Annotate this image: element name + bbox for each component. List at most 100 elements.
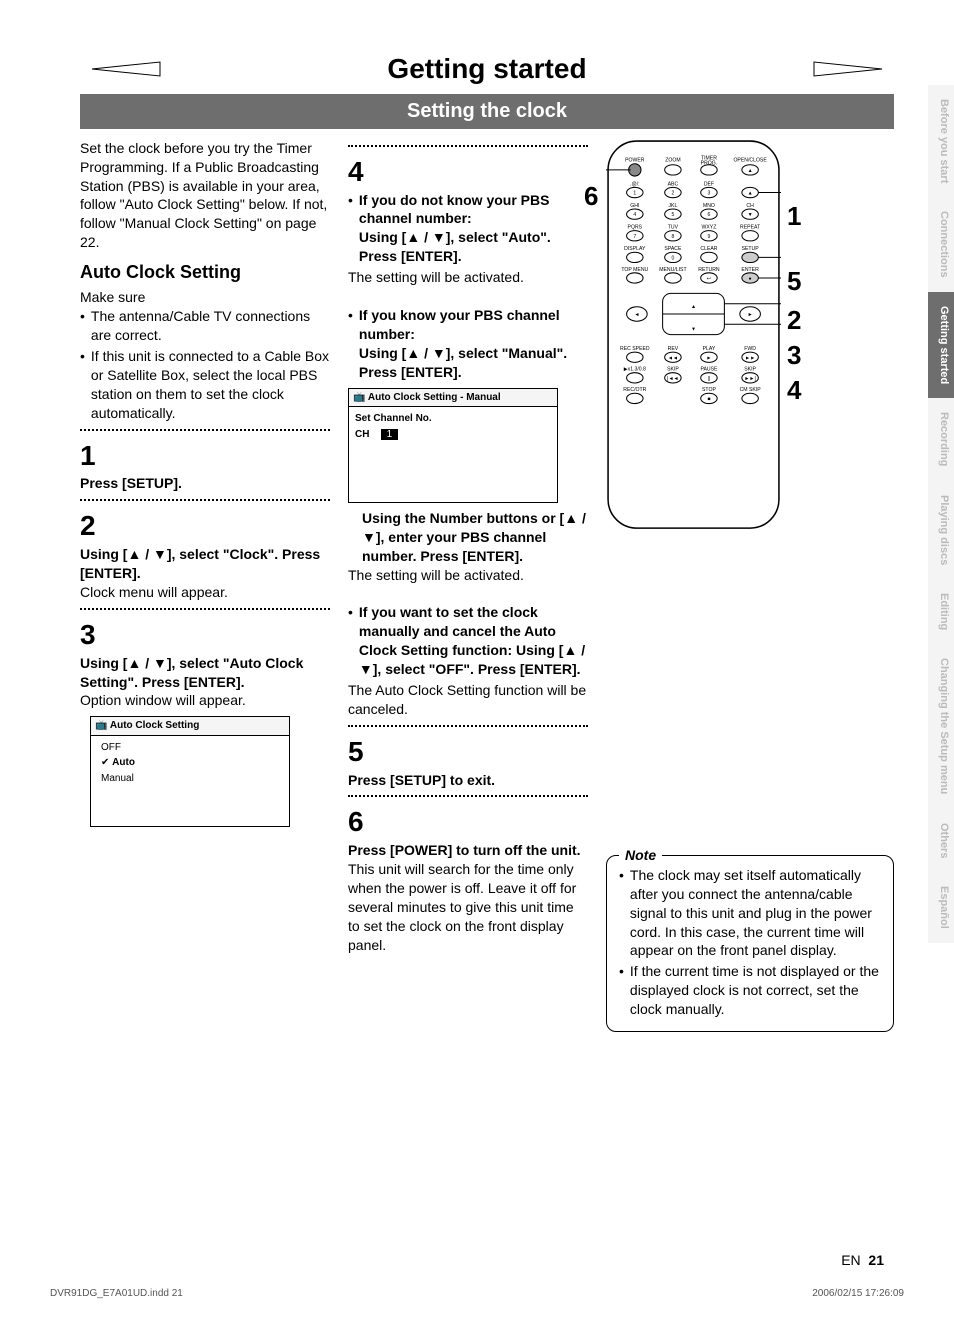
- tab-changing-setup-menu: Changing the Setup menu: [928, 644, 954, 808]
- svg-text:▲: ▲: [691, 304, 696, 310]
- callout-2: 2: [787, 303, 801, 338]
- svg-text:PLAY: PLAY: [703, 346, 716, 352]
- svg-text:|◄◄: |◄◄: [667, 376, 678, 382]
- svg-text:▼: ▼: [691, 326, 696, 332]
- osd-ch-label: CH: [355, 429, 369, 440]
- intro-text: Set the clock before you try the Timer P…: [80, 139, 330, 252]
- svg-text:9: 9: [708, 234, 711, 240]
- footer-timestamp: 2006/02/15 17:26:09: [812, 1287, 904, 1301]
- footer-lang: EN: [841, 1252, 860, 1268]
- svg-text:FWD: FWD: [744, 346, 756, 352]
- page-title: Getting started: [80, 50, 894, 88]
- step-number: 3: [80, 616, 330, 654]
- page-footer: EN 21: [841, 1251, 884, 1270]
- svg-text:DEF: DEF: [704, 181, 714, 187]
- header-ornament-right-icon: [804, 60, 884, 78]
- svg-text:CH: CH: [746, 203, 754, 209]
- svg-text:▶x1.3/0.8: ▶x1.3/0.8: [624, 366, 646, 372]
- step-number: 2: [80, 507, 330, 545]
- svg-text:▲: ▲: [748, 168, 753, 174]
- remote-control-icon: POWERZOOMTIMERPROG.OPEN/CLOSE ▲ .@/:ABCD…: [606, 139, 781, 530]
- svg-text:OPEN/CLOSE: OPEN/CLOSE: [733, 157, 767, 163]
- side-tabs: Before you start Connections Getting sta…: [928, 85, 954, 943]
- svg-text:REC/OTR: REC/OTR: [623, 387, 646, 393]
- svg-text:SETUP: SETUP: [742, 246, 760, 252]
- svg-text:►►: ►►: [745, 355, 755, 361]
- svg-text:►►|: ►►|: [744, 376, 755, 382]
- step-instruction: Using [▲ / ▼], select "Clock". Press [EN…: [80, 546, 320, 581]
- tab-editing: Editing: [928, 579, 954, 644]
- osd-manual-channel: 📺 Auto Clock Setting - Manual Set Channe…: [348, 388, 558, 504]
- svg-text:MENU/LIST: MENU/LIST: [659, 267, 687, 273]
- svg-text:►: ►: [706, 355, 711, 361]
- svg-text:STOP: STOP: [702, 387, 716, 393]
- step-instruction: Using [▲ / ▼], select "Auto Clock Settin…: [80, 655, 303, 690]
- svg-text:REPEAT: REPEAT: [740, 224, 761, 230]
- svg-text:REV: REV: [668, 346, 679, 352]
- step-text: Option window will appear.: [80, 691, 330, 710]
- tab-connections: Connections: [928, 197, 954, 292]
- list-item: The clock may set itself automatically a…: [619, 866, 883, 960]
- step-number: 4: [348, 153, 588, 191]
- osd-option: Manual: [101, 771, 283, 787]
- svg-text:◄: ◄: [634, 312, 639, 318]
- svg-text:POWER: POWER: [625, 157, 645, 163]
- svg-text:2: 2: [671, 190, 674, 196]
- svg-text:ENTER: ENTER: [741, 267, 759, 273]
- step-number: 1: [80, 437, 330, 475]
- callout-5: 5: [787, 264, 801, 299]
- list-item: If you know your PBS channel number: Usi…: [348, 306, 588, 382]
- note-box: Note The clock may set itself automatica…: [606, 855, 894, 1032]
- list-item: If you do not know your PBS channel numb…: [348, 191, 588, 267]
- osd-option: OFF: [101, 740, 283, 756]
- svg-text:►: ►: [748, 312, 753, 318]
- step-number: 5: [348, 733, 588, 771]
- svg-text:▼: ▼: [748, 212, 753, 218]
- svg-text:1: 1: [633, 190, 636, 196]
- make-sure-label: Make sure: [80, 288, 330, 307]
- step-line: Using [▲ / ▼], select "Manual". Press [E…: [359, 345, 567, 380]
- osd-line: Set Channel No.: [355, 413, 432, 424]
- tab-espanol: Español: [928, 872, 954, 943]
- bullet-text: If this unit is connected to a Cable Box…: [91, 347, 330, 423]
- list-item: If the current time is not displayed or …: [619, 962, 883, 1019]
- svg-text:CLEAR: CLEAR: [700, 246, 717, 252]
- step-text: The setting will be activated.: [348, 566, 588, 585]
- step-text: Clock menu will appear.: [80, 583, 330, 602]
- svg-text:◄◄: ◄◄: [668, 355, 678, 361]
- callout-3: 3: [787, 338, 801, 373]
- tab-before-you-start: Before you start: [928, 85, 954, 197]
- svg-text:7: 7: [633, 234, 636, 240]
- svg-text:▲: ▲: [748, 190, 753, 196]
- footer-page: 21: [868, 1252, 884, 1268]
- step-line: Using [▲ / ▼], select "Auto". Press [ENT…: [359, 229, 551, 264]
- tab-getting-started: Getting started: [928, 292, 954, 398]
- svg-text:PAUSE: PAUSE: [700, 366, 718, 372]
- svg-text:RETURN: RETURN: [698, 267, 720, 273]
- list-item: The antenna/Cable TV connections are cor…: [80, 307, 330, 345]
- list-item: If you want to set the clock manually an…: [348, 603, 588, 679]
- bullet-text: The antenna/Cable TV connections are cor…: [91, 307, 330, 345]
- footer-file: DVR91DG_E7A01UD.indd 21: [50, 1287, 183, 1301]
- svg-text:MNO: MNO: [703, 203, 715, 209]
- step-number: 6: [348, 803, 588, 841]
- svg-text:ABC: ABC: [668, 181, 679, 187]
- page-header: Getting started: [80, 50, 894, 88]
- svg-text:SKIP: SKIP: [744, 366, 756, 372]
- svg-text:SPACE: SPACE: [664, 246, 682, 252]
- step-text: The setting will be activated.: [348, 268, 588, 287]
- svg-text:6: 6: [708, 212, 711, 218]
- svg-text:JKL: JKL: [668, 203, 677, 209]
- osd-ch-value: 1: [381, 429, 399, 440]
- step-instruction: Press [SETUP] to exit.: [348, 772, 495, 788]
- svg-text:TOP MENU: TOP MENU: [621, 267, 648, 273]
- svg-text:GHI: GHI: [630, 203, 639, 209]
- step-text: This unit will search for the time only …: [348, 860, 588, 954]
- step-bold: If you do not know your PBS channel numb…: [359, 192, 550, 227]
- tab-recording: Recording: [928, 398, 954, 480]
- svg-text:PQRS: PQRS: [628, 224, 643, 230]
- callout-4: 4: [787, 373, 801, 408]
- section-subtitle: Setting the clock: [80, 94, 894, 129]
- osd-title: Auto Clock Setting: [110, 720, 199, 731]
- svg-text:5: 5: [671, 212, 674, 218]
